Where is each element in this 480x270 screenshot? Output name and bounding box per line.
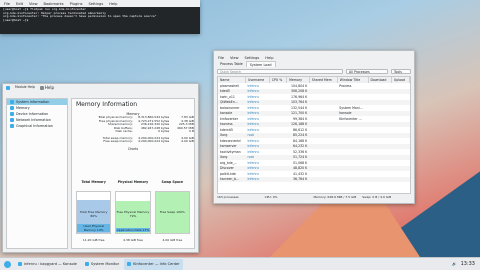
terminal-menu-item[interactable]: Bookmarks (44, 2, 64, 6)
system-monitor-window[interactable]: File View Settings Help Process Table System… (213, 50, 415, 204)
cell-cpu (269, 176, 287, 182)
memory-chart: Physical Memory Free Physical Memory 79% A… (115, 177, 151, 244)
module-help-button[interactable]: Module Help (13, 85, 37, 90)
page-title: Memory Information (76, 101, 138, 108)
sidebar-item-icon (10, 118, 14, 122)
sidebar-item-icon (10, 100, 14, 104)
chart-label-top: Free Physical Memory 79% (116, 210, 150, 219)
memory-charts: Total Memory Total Free Memory 80% Used Ph… (76, 177, 190, 244)
stat-k: Disk cache: (115, 129, 133, 133)
terminal-menu-item[interactable]: Help (109, 2, 117, 6)
sidebar-item-label: System Information (16, 100, 50, 104)
chart-title: Physical Memory (117, 180, 149, 184)
sysmon-menu-item[interactable]: File (218, 56, 224, 60)
tools-button[interactable]: Tools (391, 69, 411, 74)
chart-title: Swap Space (161, 180, 184, 184)
cell-mem: 36,764 K (286, 176, 310, 182)
tab-1[interactable]: System Load (245, 61, 276, 67)
clock[interactable]: 13:33 (461, 261, 475, 267)
sidebar-item-icon (10, 106, 14, 110)
volume-icon[interactable]: 🔊 (452, 262, 456, 266)
terminal-output[interactable]: [user@host ~]$ flatpak run org.kde.kinfo… (0, 7, 200, 34)
cell-shared (309, 176, 338, 182)
sysmon-statusbar: 163 processes CPU: 0% Memory: 648.6 MiB … (214, 194, 414, 200)
taskbar: infenru : bzpgyard — Konsole System Monit… (0, 257, 480, 270)
chart-title: Total Memory (81, 180, 106, 184)
terminal-line: [user@host ~]$ (3, 18, 29, 22)
sidebar-item-label: Network Information (16, 118, 51, 122)
chart-label-bottom: Application Data 17% (116, 228, 150, 232)
sysmon-menu-item[interactable]: View (230, 56, 239, 60)
taskbar-task[interactable]: infenru : bzpgyard — Konsole (15, 259, 80, 270)
chart-footer: 11.20 GiB free (82, 238, 105, 242)
infocenter-window[interactable]: Module Help Help System Information Memor… (2, 83, 199, 253)
help-button[interactable]: Help (45, 85, 54, 90)
chart-label-top: Free Swap 100% (159, 210, 185, 215)
chart-label-bottom: Used Physical Memory 19% (77, 224, 111, 232)
stat-v: 4,294,000,224 bytes (138, 139, 170, 143)
infocenter-toolbar: Module Help Help (3, 84, 198, 91)
terminal-menu-item[interactable]: View (29, 2, 38, 6)
memory-status: Memory: 648.6 MiB / 7.5 GiB (313, 195, 357, 199)
charts-heading: Charts (127, 146, 139, 151)
process-filter-select[interactable]: All Processes (346, 69, 388, 74)
task-label: infenru : bzpgyard — Konsole (24, 262, 77, 266)
chart-bar: Free Swap 100% (154, 191, 190, 234)
memory-chart: Total Memory Total Free Memory 80% Used Ph… (76, 177, 112, 244)
stat-u: 4.00 GiB (181, 139, 194, 143)
task-label: System Monitor (90, 262, 120, 266)
stat-k: Free swap memory: (103, 139, 133, 143)
cpu-status: CPU: 0% (264, 195, 278, 199)
tab-0[interactable]: Process Table (217, 61, 246, 67)
terminal-menu-item[interactable]: Plugins (70, 2, 83, 6)
infocenter-sidebar: System Information Memory Device Informati… (6, 98, 68, 249)
terminal-menu-item[interactable]: File (4, 2, 10, 6)
sidebar-item[interactable]: Graphical Information (7, 123, 67, 129)
sidebar-item-icon (10, 124, 14, 128)
table-row[interactable]: kscreen_b... infenru 36,764 K (218, 176, 410, 182)
app-icon (6, 85, 10, 90)
cell-title (337, 176, 369, 182)
task-label: KInfocenter — Info Center (133, 262, 180, 266)
chart-footer: 4.38 GiB free (123, 238, 143, 242)
task-icon (127, 262, 132, 266)
task-icon (18, 262, 22, 266)
chart-bar: Free Physical Memory 79% Application Data… (115, 191, 151, 234)
stat-row: Disk cache: 0 bytes 0 B (74, 129, 194, 134)
cell-user: infenru (245, 176, 270, 182)
sidebar-item-label: Memory (16, 106, 30, 110)
terminal-menu-item[interactable]: Settings (88, 2, 103, 6)
stat-u: 0 B (189, 129, 194, 133)
quick-search-input[interactable]: Quick Search (217, 69, 343, 74)
sidebar-item-icon (10, 112, 14, 116)
sysmon-menubar: File View Settings Help (214, 54, 414, 61)
taskbar-task[interactable]: KInfocenter — Info Center (124, 258, 183, 270)
process-count: 163 processes (217, 195, 239, 199)
terminal-menu-item[interactable]: Edit (16, 2, 23, 6)
chart-footer: 4.00 GiB free (162, 238, 183, 242)
cell-download (368, 176, 392, 182)
swap-status: Swap: 0 B / 4.0 GiB (362, 195, 392, 199)
system-tray: 🔊 13:33 (452, 261, 480, 267)
application-launcher-icon[interactable] (4, 260, 11, 268)
cell-name: kscreen_b... (218, 176, 246, 182)
stat-v: 0 bytes (158, 129, 170, 133)
task-icon (84, 262, 89, 266)
cell-upload (391, 176, 410, 182)
chart-bar: Total Free Memory 80% Used Physical Memor… (76, 191, 112, 234)
memory-chart: Swap Space Free Swap 100% 4.00 GiB free (154, 177, 190, 244)
memory-panel: Memory Information Memory Total physical… (71, 98, 195, 249)
sidebar-item-label: Device Information (16, 112, 49, 116)
sidebar-item-label: Graphical Information (16, 124, 53, 128)
sysmon-menu-item[interactable]: Settings (245, 56, 260, 60)
terminal-menubar: File Edit View Bookmarks Plugins Settings Help (0, 0, 200, 7)
process-table[interactable]: Name Username CPU % Memory Shared Mem Window … (217, 76, 411, 194)
memory-stats: Total physical memory: 8,313,860,544 byte… (74, 115, 194, 144)
help-icon (39, 85, 44, 90)
sysmon-menu-item[interactable]: Help (265, 56, 273, 60)
taskbar-task[interactable]: System Monitor (82, 259, 122, 270)
chart-label-top: Total Free Memory 80% (79, 210, 108, 219)
terminal-window[interactable]: File Edit View Bookmarks Plugins Settings Help… (0, 0, 200, 34)
stat-row: Free swap memory: 4,294,000,224 bytes 4.00… (74, 139, 194, 144)
